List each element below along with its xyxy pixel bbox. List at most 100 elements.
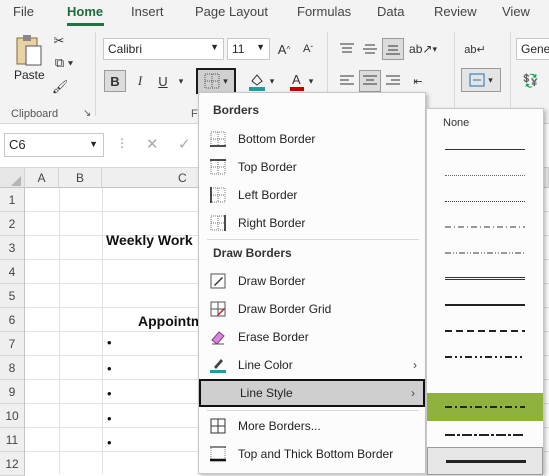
- group-divider: [95, 32, 96, 116]
- right-border-label: Right Border: [238, 216, 306, 230]
- row-header-11[interactable]: 11: [0, 428, 25, 452]
- font-name-select[interactable]: Calibri ▼: [103, 38, 224, 60]
- left-border-item[interactable]: Left Border: [199, 181, 425, 209]
- line-style-dotted[interactable]: [427, 187, 543, 215]
- name-box[interactable]: C6 ▼: [4, 133, 104, 157]
- line-style-medium-dash-dot-dot[interactable]: [427, 343, 543, 371]
- font-size-select[interactable]: 11 ▼: [227, 38, 270, 60]
- number-format-select[interactable]: Gene: [516, 38, 549, 60]
- underline-button[interactable]: U: [152, 70, 174, 92]
- group-divider: [454, 32, 455, 116]
- wrap-text-icon[interactable]: ab↵: [463, 38, 487, 60]
- cut-icon[interactable]: ✂: [50, 32, 68, 50]
- menu-separator: [207, 239, 419, 240]
- bottom-border-item[interactable]: Bottom Border: [199, 125, 425, 153]
- fill-color-icon[interactable]: ▾: [244, 70, 278, 92]
- clipboard-launcher-icon[interactable]: ↘: [83, 108, 91, 119]
- paste-label[interactable]: Paste: [14, 68, 45, 82]
- top-thick-bottom-border-item[interactable]: Top and Thick Bottom Border: [199, 440, 425, 468]
- row-header-8[interactable]: 8: [0, 356, 25, 380]
- copy-icon[interactable]: ⧉ ▾: [50, 54, 78, 72]
- line-style-slant-dash-dot[interactable]: [427, 421, 543, 449]
- line-style-dotted-fine[interactable]: [427, 161, 543, 189]
- draw-border-grid-item[interactable]: Draw Border Grid: [199, 295, 425, 323]
- more-borders-label: More Borders...: [238, 419, 321, 433]
- tab-page-layout[interactable]: Page Layout: [195, 4, 268, 19]
- italic-button[interactable]: I: [130, 70, 150, 92]
- row-header-4[interactable]: 4: [0, 260, 25, 284]
- line-style-dash-dot-dot[interactable]: [427, 239, 543, 267]
- cell-c12-bullet[interactable]: •: [107, 435, 112, 450]
- row-header-2[interactable]: 2: [0, 212, 25, 236]
- column-header-a[interactable]: A: [25, 168, 59, 188]
- more-borders-item[interactable]: More Borders...: [199, 412, 425, 440]
- row-header-1[interactable]: 1: [0, 188, 25, 212]
- tab-data[interactable]: Data: [377, 4, 404, 19]
- tab-review[interactable]: Review: [434, 4, 477, 19]
- right-border-item[interactable]: Right Border: [199, 209, 425, 237]
- chevron-down-icon: ▼: [256, 42, 265, 52]
- row-header-10[interactable]: 10: [0, 404, 25, 428]
- line-color-item[interactable]: Line Color ›: [199, 351, 425, 379]
- merge-center-icon[interactable]: ▾: [461, 68, 501, 92]
- cell-c10-bullet[interactable]: •: [107, 386, 112, 401]
- font-name-value: Calibri: [108, 42, 143, 56]
- enter-check-icon[interactable]: ✓: [178, 135, 191, 153]
- top-border-item[interactable]: Top Border: [199, 153, 425, 181]
- row-header-9[interactable]: 9: [0, 380, 25, 404]
- row-header-3[interactable]: 3: [0, 236, 25, 260]
- top-border-label: Top Border: [238, 160, 297, 174]
- top-border-icon: [210, 159, 226, 175]
- draw-border-item[interactable]: Draw Border: [199, 267, 425, 295]
- clipboard-group-label: Clipboard: [11, 108, 59, 120]
- cell-c9-bullet[interactable]: •: [107, 361, 112, 376]
- line-style-thin[interactable]: [427, 135, 543, 163]
- cell-c3[interactable]: Weekly Work: [106, 232, 193, 248]
- align-middle-icon[interactable]: [359, 38, 381, 60]
- orientation-icon[interactable]: ab↗ ▾: [408, 38, 438, 60]
- tab-view[interactable]: View: [502, 4, 530, 19]
- line-style-medium-dash-dot[interactable]: [427, 393, 543, 421]
- line-style-item[interactable]: Line Style ›: [199, 379, 425, 407]
- line-style-double[interactable]: [427, 265, 543, 293]
- draw-border-label: Draw Border: [238, 274, 306, 288]
- borders-button[interactable]: ▾: [196, 68, 236, 94]
- select-all-corner[interactable]: [0, 168, 25, 188]
- cell-c8-bullet[interactable]: •: [107, 335, 112, 350]
- bold-button[interactable]: B: [104, 70, 126, 92]
- format-painter-icon[interactable]: 🖌: [50, 78, 70, 96]
- indent-icon[interactable]: ⇤: [407, 70, 429, 92]
- name-box-value: C6: [9, 137, 26, 152]
- currency-icon[interactable]: 💱: [518, 70, 544, 92]
- row-header-6[interactable]: 6: [0, 308, 25, 332]
- column-header-b[interactable]: B: [59, 168, 102, 188]
- line-style-medium[interactable]: [427, 291, 543, 319]
- row-header-7[interactable]: 7: [0, 332, 25, 356]
- line-style-thick[interactable]: [427, 447, 543, 475]
- line-style-dash-dot[interactable]: [427, 213, 543, 241]
- align-right-icon[interactable]: [382, 70, 404, 92]
- row-header-5[interactable]: 5: [0, 284, 25, 308]
- decrease-font-icon[interactable]: Aˇ: [298, 38, 318, 60]
- align-center-icon[interactable]: [359, 70, 381, 92]
- line-style-medium-dashed[interactable]: [427, 317, 543, 345]
- row-header-12[interactable]: 12: [0, 452, 25, 476]
- more-dots-icon: ⋮: [116, 136, 128, 150]
- underline-dropdown-icon[interactable]: ▾: [175, 70, 187, 92]
- cell-c11-bullet[interactable]: •: [107, 411, 112, 426]
- align-bottom-icon[interactable]: [382, 38, 404, 60]
- font-group-label: F: [191, 108, 198, 120]
- align-top-icon[interactable]: [336, 38, 358, 60]
- paste-icon[interactable]: [12, 32, 46, 68]
- tab-home[interactable]: Home: [67, 4, 103, 19]
- cell-c7[interactable]: Appointm: [138, 313, 203, 329]
- cancel-icon[interactable]: ✕: [146, 135, 159, 153]
- tab-formulas[interactable]: Formulas: [297, 4, 351, 19]
- tab-insert[interactable]: Insert: [131, 4, 164, 19]
- align-left-icon[interactable]: [336, 70, 358, 92]
- font-color-icon[interactable]: A ▾: [284, 70, 318, 92]
- line-style-none[interactable]: None: [443, 117, 469, 129]
- increase-font-icon[interactable]: A ^: [274, 38, 294, 60]
- tab-file[interactable]: File: [13, 4, 34, 19]
- erase-border-item[interactable]: Erase Border: [199, 323, 425, 351]
